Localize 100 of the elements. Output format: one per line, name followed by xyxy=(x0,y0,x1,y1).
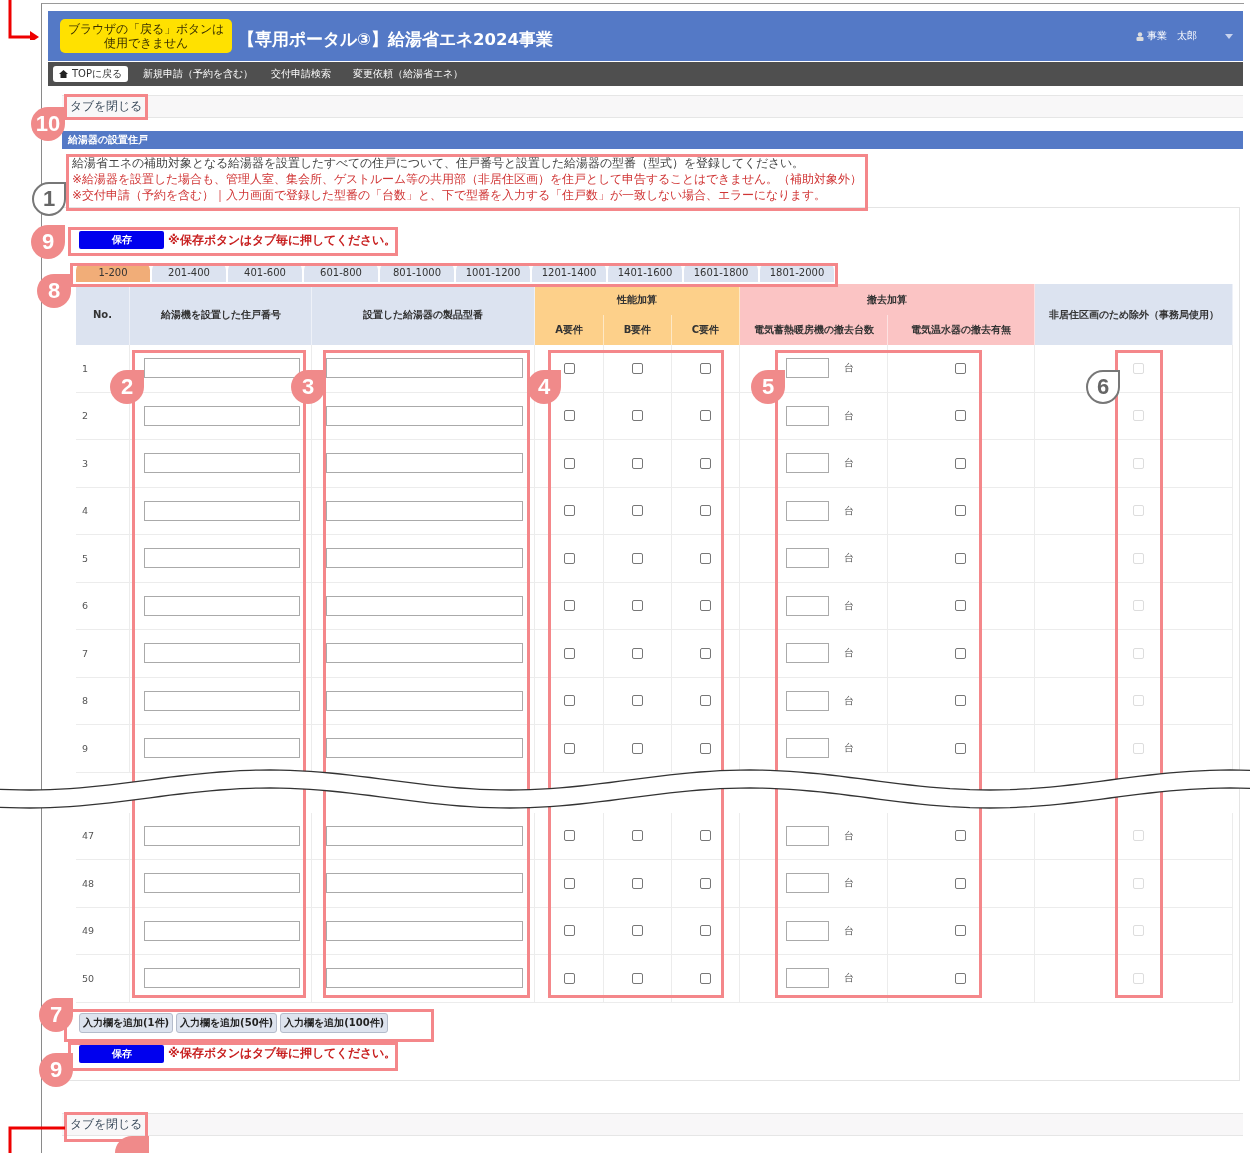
checkbox[interactable] xyxy=(632,410,643,422)
model-number-field[interactable] xyxy=(326,738,523,759)
checkbox[interactable] xyxy=(632,830,643,842)
checkbox[interactable] xyxy=(955,505,966,517)
checkbox[interactable] xyxy=(955,925,966,937)
checkbox[interactable] xyxy=(955,972,966,984)
checkbox[interactable] xyxy=(700,830,711,842)
nav-link[interactable]: 新規申請（予約を含む） xyxy=(143,67,253,81)
unit-number-field[interactable] xyxy=(144,920,300,941)
unit-number-field[interactable] xyxy=(144,643,300,664)
count-field[interactable] xyxy=(786,968,829,989)
count-field[interactable] xyxy=(786,405,829,426)
count-field[interactable] xyxy=(786,595,829,616)
checkbox[interactable] xyxy=(700,362,711,374)
count-field[interactable] xyxy=(786,920,829,941)
checkbox[interactable] xyxy=(563,457,575,469)
checkbox[interactable] xyxy=(955,457,966,469)
checkbox[interactable] xyxy=(563,362,575,374)
checkbox[interactable] xyxy=(955,830,966,842)
checkbox[interactable] xyxy=(632,742,643,754)
checkbox[interactable] xyxy=(563,877,575,889)
unit-number-field[interactable] xyxy=(144,825,300,846)
checkbox[interactable] xyxy=(632,972,643,984)
unit-number-field[interactable] xyxy=(144,968,300,989)
model-number-field[interactable] xyxy=(326,643,523,664)
checkbox[interactable] xyxy=(700,505,711,517)
checkbox[interactable] xyxy=(632,877,643,889)
model-number-field[interactable] xyxy=(326,548,523,569)
checkbox[interactable] xyxy=(632,362,643,374)
checkbox[interactable] xyxy=(700,552,711,564)
checkbox[interactable] xyxy=(955,877,966,889)
count-field[interactable] xyxy=(786,453,829,474)
checkbox[interactable] xyxy=(563,742,575,754)
nav-link[interactable]: 変更依頼（給湯省エネ） xyxy=(353,67,463,81)
checkbox[interactable] xyxy=(700,600,711,612)
close-tab-link[interactable]: タブを閉じる xyxy=(70,1115,142,1133)
checkbox[interactable] xyxy=(955,695,966,707)
checkbox[interactable] xyxy=(632,925,643,937)
count-field[interactable] xyxy=(786,873,829,894)
count-field[interactable] xyxy=(786,643,829,664)
model-number-field[interactable] xyxy=(326,500,523,521)
checkbox[interactable] xyxy=(955,600,966,612)
count-field[interactable] xyxy=(786,548,829,569)
checkbox[interactable] xyxy=(700,972,711,984)
checkbox[interactable] xyxy=(563,695,575,707)
checkbox[interactable] xyxy=(632,647,643,659)
add-rows-button[interactable]: 入力欄を追加(50件) xyxy=(176,1012,278,1033)
unit-number-field[interactable] xyxy=(144,405,300,426)
checkbox[interactable] xyxy=(563,647,575,659)
checkbox[interactable] xyxy=(955,362,966,374)
checkbox[interactable] xyxy=(632,552,643,564)
unit-number-field[interactable] xyxy=(144,690,300,711)
model-number-field[interactable] xyxy=(326,920,523,941)
checkbox[interactable] xyxy=(700,647,711,659)
checkbox[interactable] xyxy=(700,742,711,754)
user-name[interactable]: 事業 太郎 xyxy=(1147,29,1197,43)
checkbox[interactable] xyxy=(700,877,711,889)
count-field[interactable] xyxy=(786,825,829,846)
checkbox[interactable] xyxy=(632,505,643,517)
checkbox[interactable] xyxy=(700,925,711,937)
add-rows-button[interactable]: 入力欄を追加(1件) xyxy=(79,1012,174,1033)
unit-number-field[interactable] xyxy=(144,873,300,894)
count-field[interactable] xyxy=(786,358,829,379)
checkbox[interactable] xyxy=(700,410,711,422)
checkbox[interactable] xyxy=(632,600,643,612)
unit-number-field[interactable] xyxy=(144,358,300,379)
add-rows-button[interactable]: 入力欄を追加(100件) xyxy=(280,1012,389,1033)
unit-number-field[interactable] xyxy=(144,500,300,521)
checkbox[interactable] xyxy=(700,457,711,469)
model-number-field[interactable] xyxy=(326,968,523,989)
checkbox[interactable] xyxy=(563,925,575,937)
unit-number-field[interactable] xyxy=(144,595,300,616)
nav-link[interactable]: 交付申請検索 xyxy=(271,67,331,81)
model-number-field[interactable] xyxy=(326,358,523,379)
model-number-field[interactable] xyxy=(326,825,523,846)
checkbox[interactable] xyxy=(563,972,575,984)
top-button[interactable]: TOPに戻る xyxy=(53,66,128,82)
checkbox[interactable] xyxy=(563,600,575,612)
model-number-field[interactable] xyxy=(326,873,523,894)
checkbox[interactable] xyxy=(563,552,575,564)
checkbox[interactable] xyxy=(563,410,575,422)
checkbox[interactable] xyxy=(955,742,966,754)
count-field[interactable] xyxy=(786,500,829,521)
checkbox[interactable] xyxy=(632,695,643,707)
model-number-field[interactable] xyxy=(326,453,523,474)
save-button[interactable]: 保存 xyxy=(79,231,164,249)
checkbox[interactable] xyxy=(955,552,966,564)
checkbox[interactable] xyxy=(700,695,711,707)
count-field[interactable] xyxy=(786,738,829,759)
checkbox[interactable] xyxy=(563,830,575,842)
close-tab-link[interactable]: タブを閉じる xyxy=(70,98,142,115)
model-number-field[interactable] xyxy=(326,405,523,426)
unit-number-field[interactable] xyxy=(144,453,300,474)
unit-number-field[interactable] xyxy=(144,548,300,569)
model-number-field[interactable] xyxy=(326,595,523,616)
checkbox[interactable] xyxy=(563,505,575,517)
count-field[interactable] xyxy=(786,690,829,711)
checkbox[interactable] xyxy=(955,410,966,422)
model-number-field[interactable] xyxy=(326,690,523,711)
unit-number-field[interactable] xyxy=(144,738,300,759)
